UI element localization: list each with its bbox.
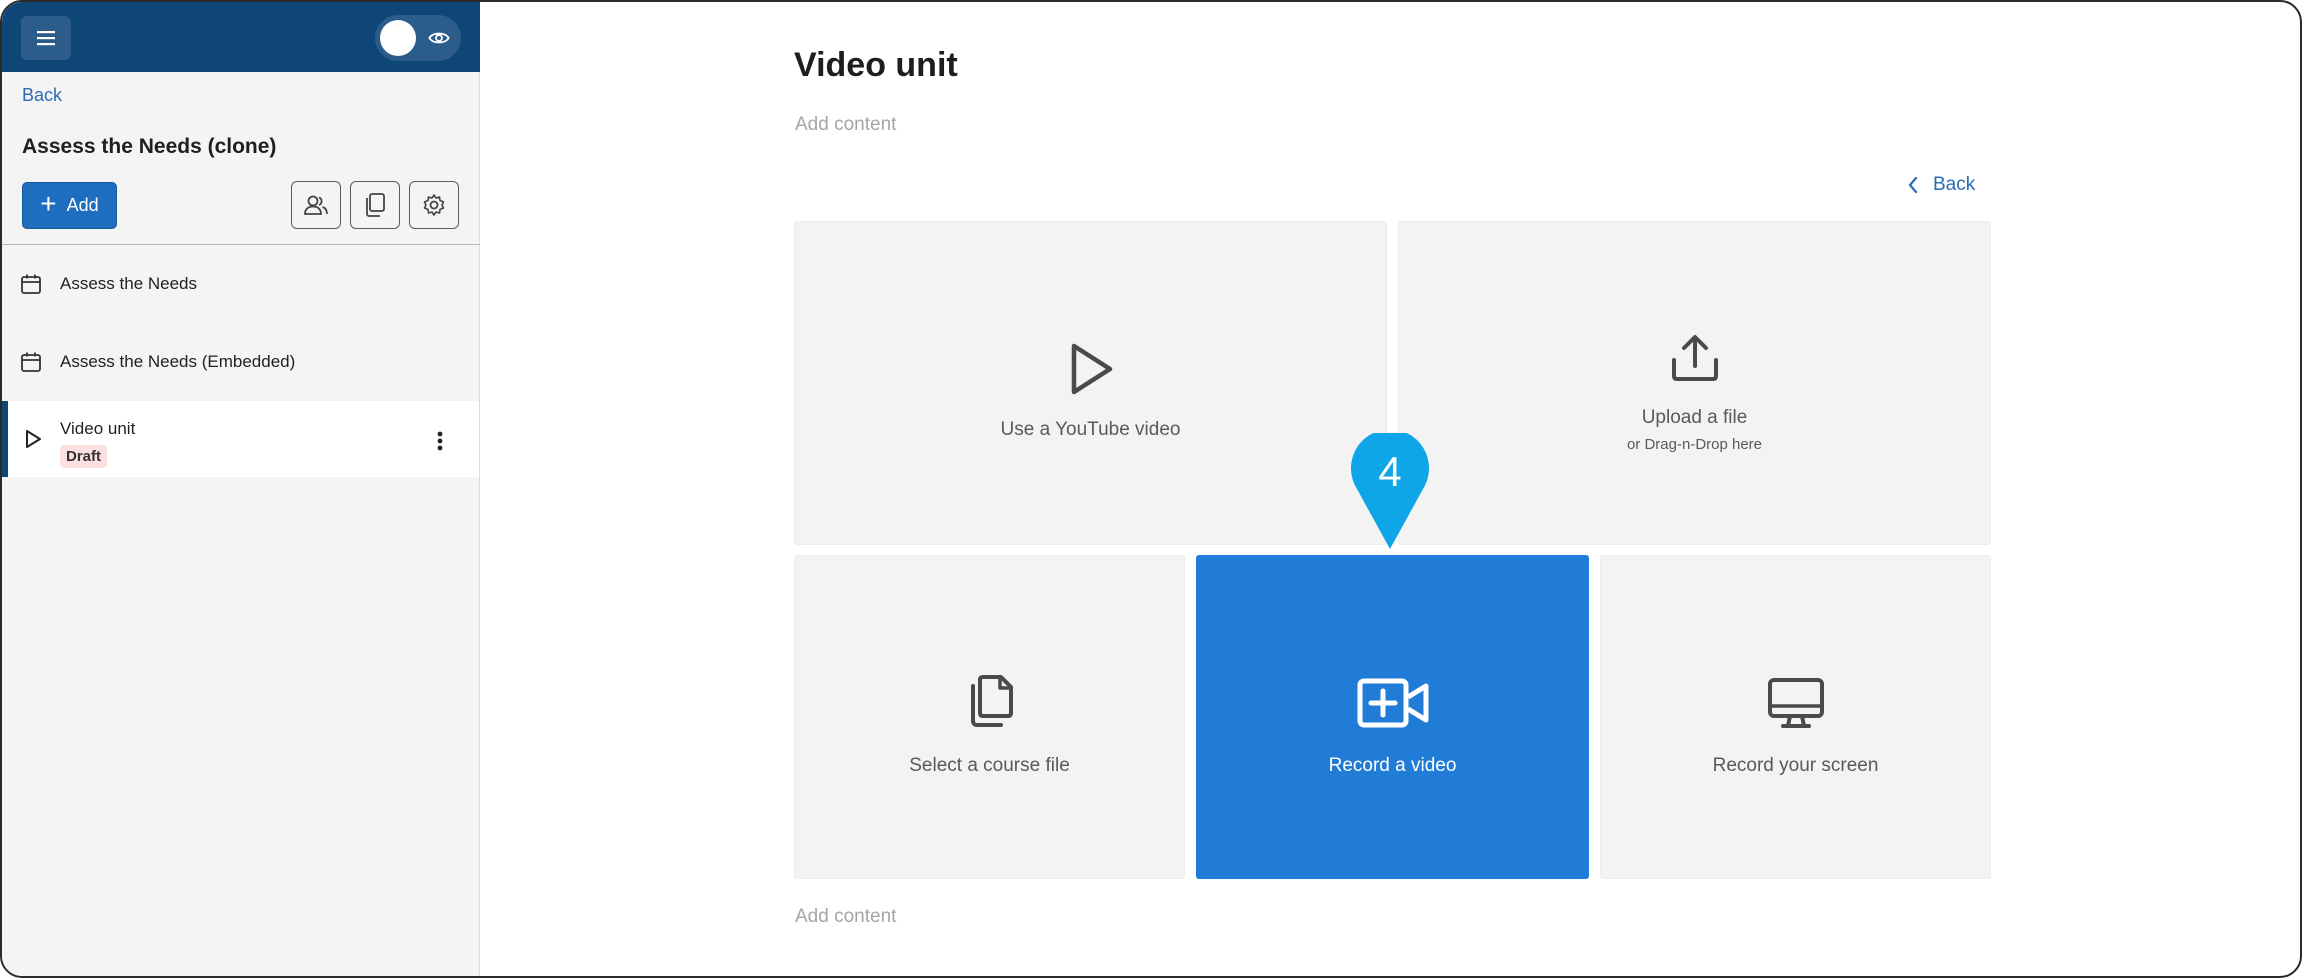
sidebar-item-label: Assess the Needs bbox=[60, 274, 198, 293]
users-button[interactable] bbox=[291, 181, 341, 229]
calendar-icon bbox=[21, 274, 41, 294]
status-badge: Draft bbox=[60, 445, 108, 468]
sidebar-header bbox=[2, 2, 480, 72]
main-back-label: Back bbox=[1933, 174, 1976, 195]
record-video-tile[interactable]: Record a video bbox=[1196, 555, 1589, 879]
tile-label: Record your screen bbox=[1712, 755, 1879, 776]
video-camera-plus-icon bbox=[1357, 678, 1428, 728]
tile-label: Record a video bbox=[1328, 755, 1457, 776]
record-screen-tile[interactable]: Record your screen bbox=[1600, 555, 1991, 879]
youtube-video-tile[interactable]: Use a YouTube video bbox=[794, 221, 1387, 545]
duplicate-button[interactable] bbox=[350, 181, 400, 229]
upload-icon bbox=[1671, 335, 1718, 381]
main-back-link[interactable]: Back bbox=[1907, 174, 1975, 196]
more-options-icon[interactable] bbox=[428, 429, 452, 453]
sidebar-item-assess-the-needs[interactable]: Assess the Needs bbox=[2, 246, 479, 322]
toggle-knob bbox=[380, 20, 416, 56]
tile-sublabel: or Drag-n-Drop here bbox=[1626, 436, 1763, 453]
page-title: Video unit bbox=[794, 46, 958, 84]
menu-button[interactable] bbox=[21, 16, 71, 60]
play-icon bbox=[1071, 343, 1112, 395]
monitor-icon bbox=[1767, 678, 1824, 728]
calendar-icon bbox=[21, 352, 41, 372]
tile-label: Use a YouTube video bbox=[1000, 419, 1181, 440]
course-title: Assess the Needs (clone) bbox=[22, 135, 277, 158]
tile-label: Select a course file bbox=[909, 755, 1070, 776]
app-window: Back Assess the Needs (clone) + Add Asse… bbox=[0, 0, 2302, 978]
users-icon bbox=[304, 195, 328, 215]
sidebar-item-video-unit[interactable]: Video unit Draft bbox=[2, 401, 479, 477]
sidebar-back-link[interactable]: Back bbox=[22, 85, 62, 106]
step-marker: 4 bbox=[1351, 429, 1429, 553]
step-marker-number: 4 bbox=[1378, 448, 1401, 495]
add-button-label: Add bbox=[66, 195, 99, 215]
upload-file-tile[interactable]: Upload a file or Drag-n-Drop here bbox=[1398, 221, 1991, 545]
plus-icon: + bbox=[40, 188, 57, 219]
tile-label: Upload a file bbox=[1641, 407, 1748, 428]
copy-icon bbox=[970, 675, 1013, 727]
sidebar-item-assess-the-needs-embedded[interactable]: Assess the Needs (Embedded) bbox=[2, 324, 479, 400]
course-file-tile[interactable]: Select a course file bbox=[794, 555, 1185, 879]
preview-toggle[interactable] bbox=[375, 15, 461, 61]
hamburger-icon bbox=[37, 31, 55, 46]
add-button[interactable]: + Add bbox=[22, 182, 117, 229]
copy-icon bbox=[366, 193, 385, 217]
sidebar-item-label: Assess the Needs (Embedded) bbox=[60, 352, 296, 371]
sidebar: Back Assess the Needs (clone) + Add Asse… bbox=[2, 2, 480, 976]
chevron-left-icon bbox=[1908, 176, 1918, 194]
settings-button[interactable] bbox=[409, 181, 459, 229]
add-content-top[interactable]: Add content bbox=[795, 114, 896, 136]
sidebar-divider bbox=[2, 244, 480, 245]
sidebar-item-label: Video unit bbox=[60, 419, 136, 438]
eye-icon bbox=[428, 32, 450, 44]
gear-icon bbox=[423, 194, 445, 216]
play-icon bbox=[26, 430, 41, 448]
add-content-bottom[interactable]: Add content bbox=[795, 906, 896, 928]
